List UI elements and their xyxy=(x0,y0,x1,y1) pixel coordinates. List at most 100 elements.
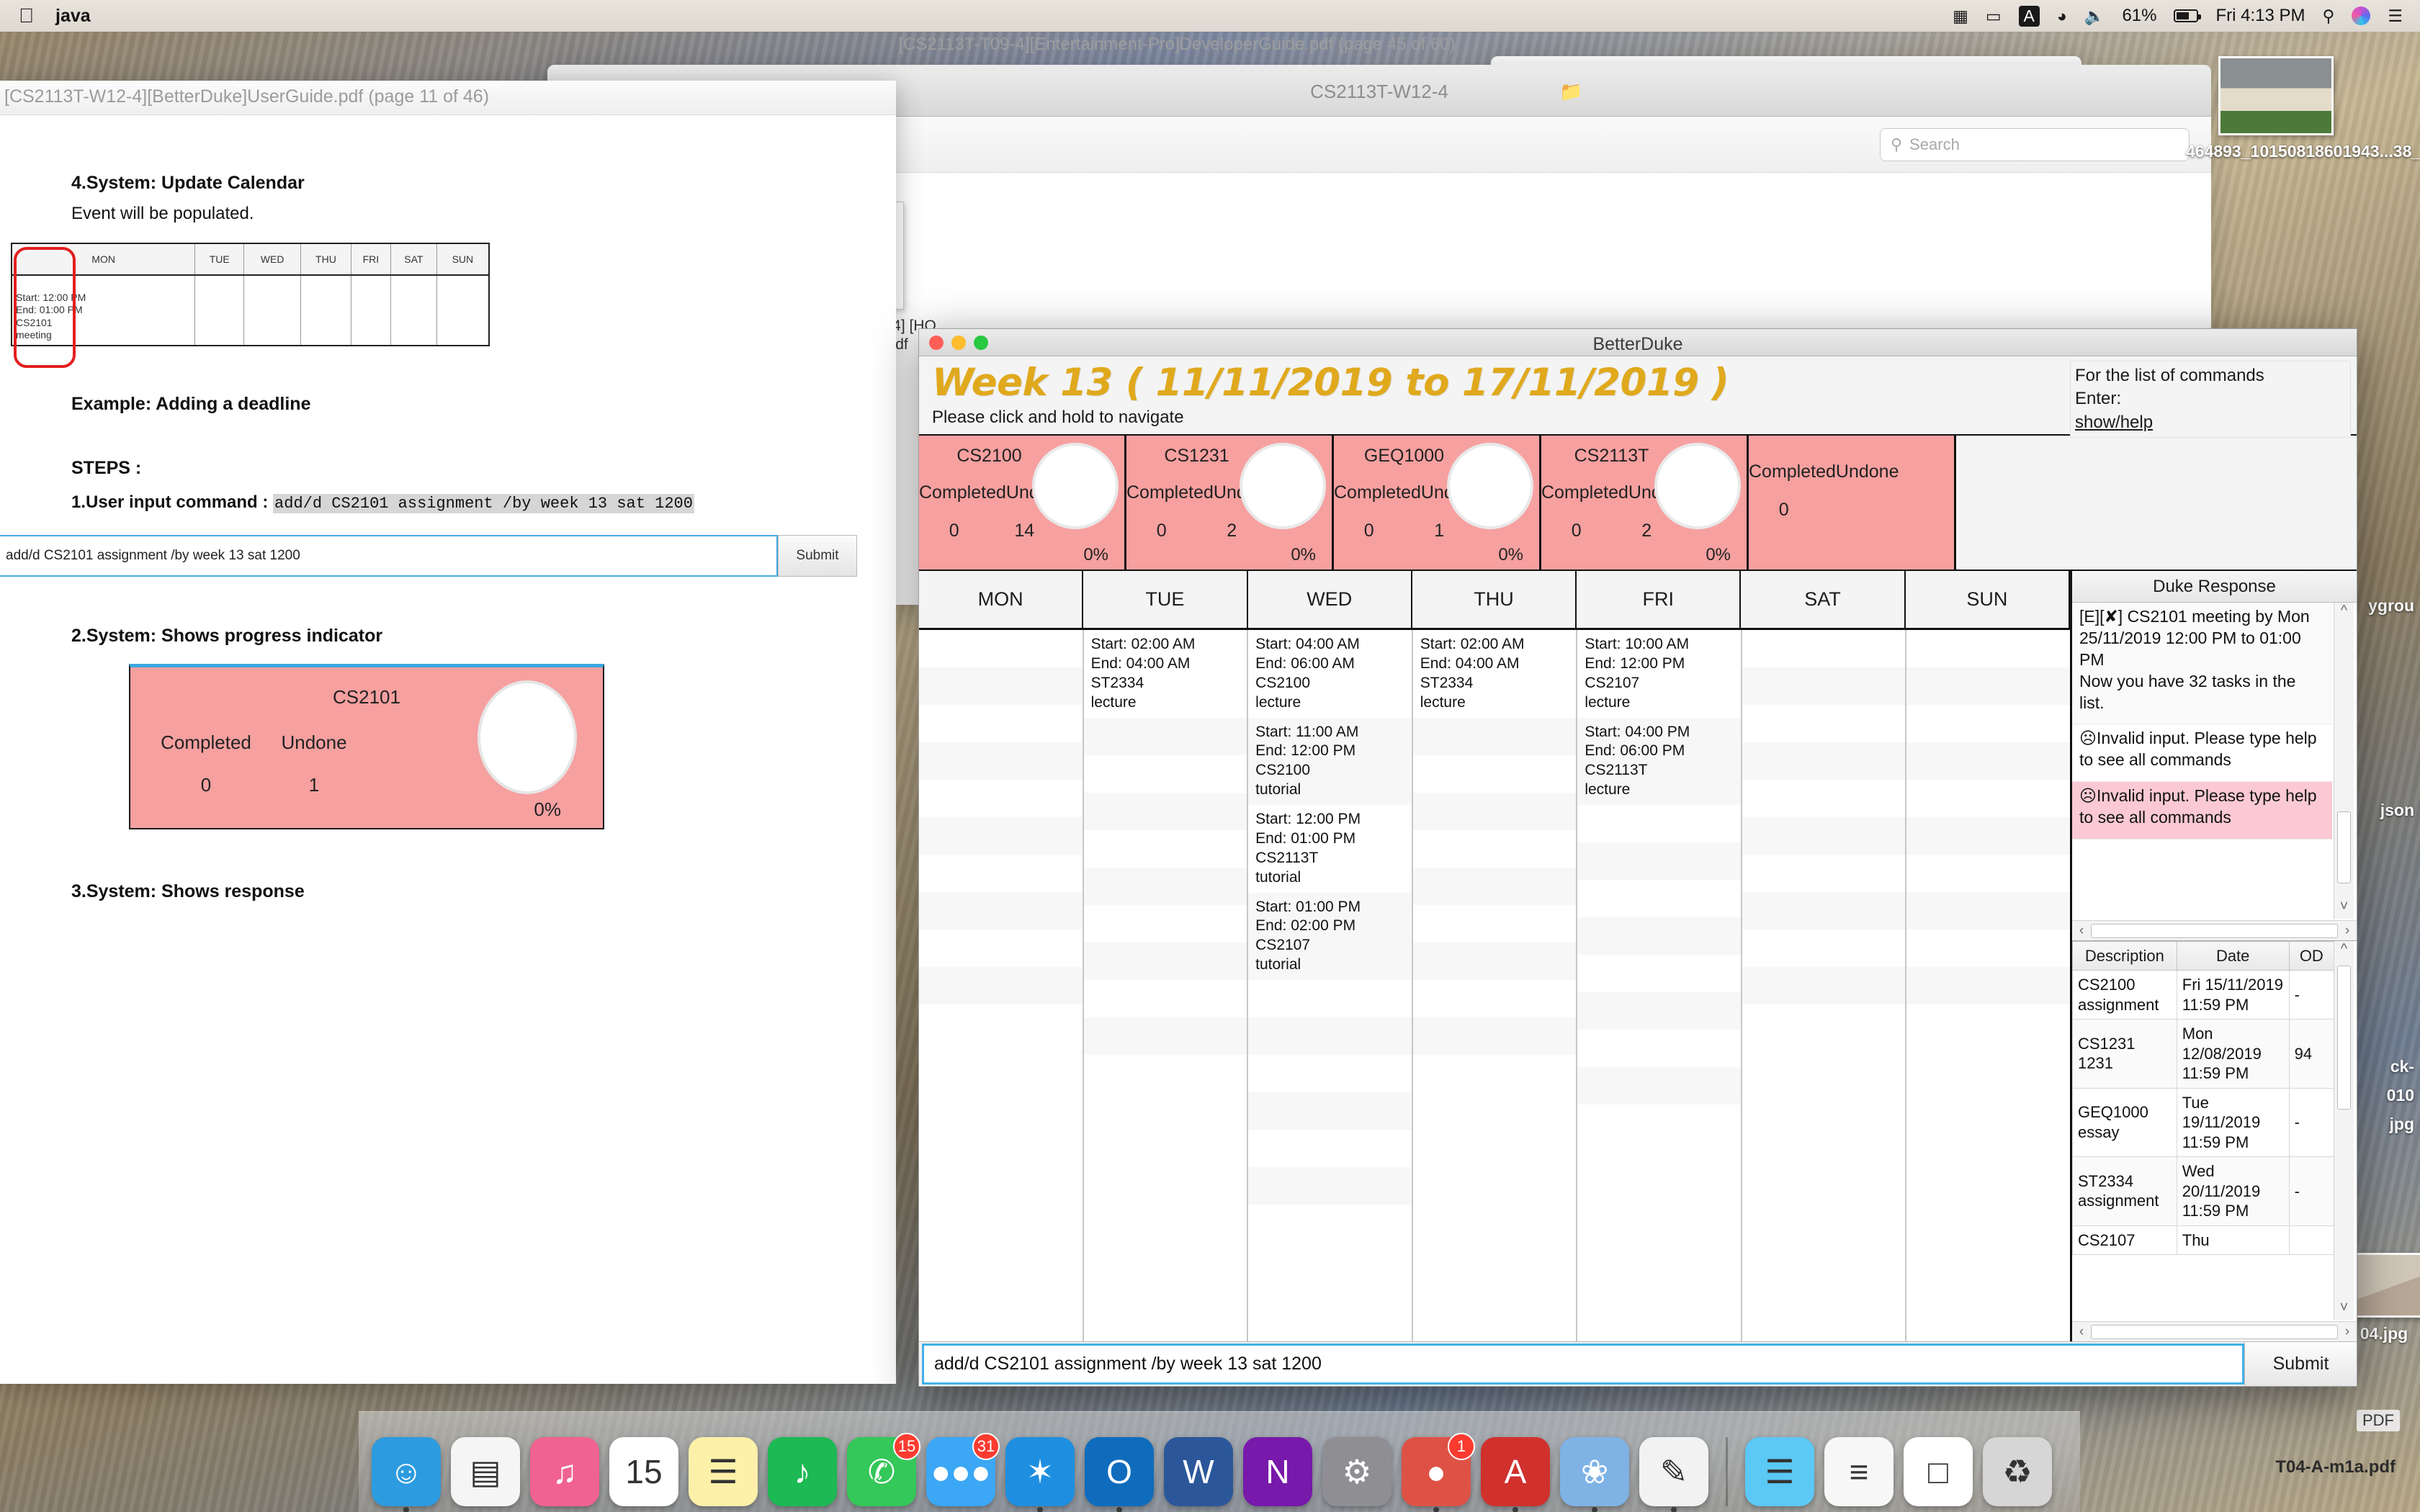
dock-item-outlook[interactable]: O xyxy=(1085,1437,1154,1506)
calendar-empty-slot[interactable] xyxy=(919,817,1083,855)
calendar-empty-slot[interactable] xyxy=(1742,667,1906,705)
calendar-empty-slot[interactable] xyxy=(919,930,1083,967)
calendar-empty-slot[interactable] xyxy=(1084,1017,1247,1055)
response-hscroll-track[interactable] xyxy=(2091,924,2338,938)
calendar-empty-slot[interactable] xyxy=(1248,1017,1412,1055)
table-scroll-thumb[interactable] xyxy=(2337,966,2351,1110)
calendar-empty-slot[interactable] xyxy=(1577,1030,1741,1067)
show-help-link[interactable]: show/help xyxy=(2075,411,2346,434)
display-icon[interactable]: ▭ xyxy=(1986,6,2002,26)
calendar-event[interactable]: Start: 04:00 AMEnd: 06:00 AMCS2100lectur… xyxy=(1248,630,1412,718)
calendar-empty-slot[interactable] xyxy=(1742,742,1906,780)
calendar-empty-slot[interactable] xyxy=(1413,718,1577,755)
calendar-empty-slot[interactable] xyxy=(919,780,1083,817)
response-scroll-thumb[interactable] xyxy=(2337,811,2351,883)
calendar-empty-slot[interactable] xyxy=(1906,630,2070,667)
calendar-empty-slot[interactable] xyxy=(1742,930,1906,967)
table-row[interactable]: CS2107Thu xyxy=(2073,1225,2334,1255)
calendar-event[interactable]: Start: 12:00 PMEnd: 01:00 PMCS2113Ttutor… xyxy=(1248,805,1412,893)
calendar-empty-slot[interactable] xyxy=(1577,955,1741,992)
calendar-column-fri[interactable]: Start: 10:00 AMEnd: 12:00 PMCS2107lectur… xyxy=(1577,630,1742,1341)
dock-item-recent-doc[interactable]: □ xyxy=(1904,1437,1973,1506)
calendar-column-sun[interactable] xyxy=(1906,630,2070,1341)
command-input[interactable]: add/d CS2101 assignment /by week 13 sat … xyxy=(922,1344,2244,1385)
calendar-event[interactable]: Start: 11:00 AMEnd: 12:00 PMCS2100tutori… xyxy=(1248,718,1412,806)
dock-item-facetime[interactable]: ✆15 xyxy=(847,1437,916,1506)
calendar-empty-slot[interactable] xyxy=(1084,830,1247,868)
scroll-up-icon[interactable]: ^ xyxy=(2334,603,2354,623)
calendar-empty-slot[interactable] xyxy=(1084,718,1247,755)
userguide-submit-button[interactable]: Submit xyxy=(778,535,857,577)
scroll-left-icon[interactable]: ‹ xyxy=(2072,1324,2091,1340)
calendar-empty-slot[interactable] xyxy=(1413,755,1577,793)
volume-icon[interactable]: 🔈 xyxy=(2084,6,2105,26)
dock-item-calendar[interactable]: 15 xyxy=(609,1437,678,1506)
dock-item-preview[interactable]: ✎ xyxy=(1639,1437,1708,1506)
battery-icon[interactable] xyxy=(2174,9,2198,22)
calendar-event[interactable]: Start: 10:00 AMEnd: 12:00 PMCS2107lectur… xyxy=(1577,630,1741,718)
calendar-empty-slot[interactable] xyxy=(1577,880,1741,917)
siri-icon[interactable] xyxy=(2352,6,2370,25)
table-row[interactable]: CS1231 1231Mon 12/08/2019 11:59 PM94 xyxy=(2073,1020,2334,1089)
calendar-empty-slot[interactable] xyxy=(1577,992,1741,1030)
task-table-area[interactable]: Description Date OD CS2100 assignmentFri… xyxy=(2072,941,2357,1341)
calendar-empty-slot[interactable] xyxy=(1084,793,1247,830)
dock-item-notes[interactable]: ☰ xyxy=(689,1437,758,1506)
calendar-day-header-sun[interactable]: SUN xyxy=(1906,571,2070,628)
betterduke-window[interactable]: BetterDuke Week 13 ( 11/11/2019 to 17/11… xyxy=(918,328,2357,1387)
calendar-empty-slot[interactable] xyxy=(1084,868,1247,905)
calendar-day-header-fri[interactable]: FRI xyxy=(1577,571,1741,628)
module-progress-card[interactable]: CompletedUndone0 xyxy=(1749,436,1956,570)
table-row[interactable]: CS2100 assignmentFri 15/11/2019 11:59 PM… xyxy=(2073,971,2334,1020)
task-col-date[interactable]: Date xyxy=(2177,942,2289,971)
calendar-empty-slot[interactable] xyxy=(1577,805,1741,842)
calendar-empty-slot[interactable] xyxy=(919,667,1083,705)
calendar-empty-slot[interactable] xyxy=(1413,942,1577,980)
calendar-day-header-wed[interactable]: WED xyxy=(1248,571,1412,628)
apple-icon[interactable]:  xyxy=(19,6,34,26)
dock-item-safari[interactable]: ✶ xyxy=(1005,1437,1075,1506)
calendar-empty-slot[interactable] xyxy=(1742,705,1906,742)
calendar-empty-slot[interactable] xyxy=(919,705,1083,742)
calendar-empty-slot[interactable] xyxy=(919,742,1083,780)
calendar-empty-slot[interactable] xyxy=(1742,892,1906,930)
calendar-column-mon[interactable] xyxy=(919,630,1084,1341)
response-vertical-scrollbar[interactable]: ^ ˅ xyxy=(2334,603,2354,919)
module-progress-card[interactable]: CS2100CompletedUndone0140% xyxy=(919,436,1126,570)
dock-item-onenote[interactable]: N xyxy=(1243,1437,1312,1506)
scroll-down-icon[interactable]: ˅ xyxy=(2334,1300,2354,1320)
calendar-column-tue[interactable]: Start: 02:00 AMEnd: 04:00 AMST2334lectur… xyxy=(1084,630,1249,1341)
calendar-empty-slot[interactable] xyxy=(1577,917,1741,955)
module-progress-card[interactable]: GEQ1000CompletedUndone010% xyxy=(1334,436,1541,570)
calendar-event[interactable]: Start: 02:00 AMEnd: 04:00 AMST2334lectur… xyxy=(1413,630,1577,718)
calendar-empty-slot[interactable] xyxy=(1742,817,1906,855)
scroll-right-icon[interactable]: › xyxy=(2338,1324,2357,1340)
calendar-day-header-mon[interactable]: MON xyxy=(919,571,1083,628)
calendar-empty-slot[interactable] xyxy=(1248,1167,1412,1205)
calendar-column-thu[interactable]: Start: 02:00 AMEnd: 04:00 AMST2334lectur… xyxy=(1413,630,1578,1341)
calendar-empty-slot[interactable] xyxy=(1248,1130,1412,1167)
calendar-empty-slot[interactable] xyxy=(919,630,1083,667)
table-vertical-scrollbar[interactable]: ^ ˅ xyxy=(2334,941,2354,1320)
calendar-empty-slot[interactable] xyxy=(1084,905,1247,942)
dock-item-photos[interactable]: ❀ xyxy=(1560,1437,1629,1506)
dock-item-chrome[interactable]: ●1 xyxy=(1402,1437,1471,1506)
module-progress-card[interactable]: CS1231CompletedUndone020% xyxy=(1126,436,1334,570)
scroll-right-icon[interactable]: › xyxy=(2338,923,2357,939)
duke-response-area[interactable]: [E][✘] CS2101 meeting by Mon 25/11/2019 … xyxy=(2072,603,2357,941)
calendar-empty-slot[interactable] xyxy=(919,892,1083,930)
calendar-event[interactable]: Start: 02:00 AMEnd: 04:00 AMST2334lectur… xyxy=(1084,630,1247,718)
notification-center-icon[interactable]: ☰ xyxy=(2388,6,2403,26)
calendar-empty-slot[interactable] xyxy=(1906,667,2070,705)
dock-item-itunes[interactable]: ♫ xyxy=(530,1437,599,1506)
dock-item-downloads-folder[interactable]: ☰ xyxy=(1745,1437,1814,1506)
dock-item-messages[interactable]: ●●●31 xyxy=(926,1437,995,1506)
calendar-empty-slot[interactable] xyxy=(919,855,1083,892)
dock-item-finder[interactable]: ☺ xyxy=(372,1437,441,1506)
calendar-empty-slot[interactable] xyxy=(1742,967,1906,1004)
calendar-empty-slot[interactable] xyxy=(1413,1017,1577,1055)
calendar-empty-slot[interactable] xyxy=(919,967,1083,1004)
calendar-empty-slot[interactable] xyxy=(1906,817,2070,855)
betterduke-titlebar[interactable]: BetterDuke xyxy=(919,329,2357,356)
dock-item-system-preferences[interactable]: ⚙ xyxy=(1322,1437,1392,1506)
